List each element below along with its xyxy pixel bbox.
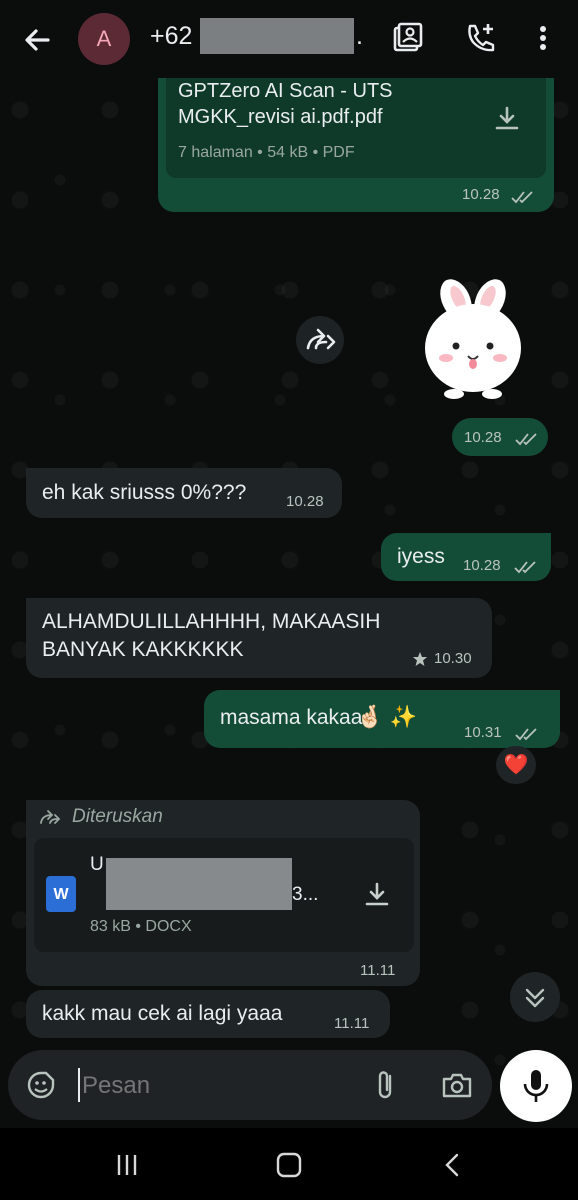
redacted-filename — [106, 858, 292, 910]
double-chevron-down-icon — [525, 988, 545, 1008]
recent-apps-icon[interactable] — [112, 1150, 142, 1180]
message-time: 10.28 — [463, 557, 501, 574]
contact-name[interactable]: +62 — [150, 22, 192, 51]
bunny-sticker[interactable] — [398, 270, 548, 400]
mic-icon — [523, 1070, 549, 1102]
message-text: iyess — [397, 545, 445, 568]
home-icon[interactable] — [274, 1150, 304, 1180]
download-icon[interactable] — [492, 104, 522, 134]
document-name-end: 3... — [292, 884, 319, 905]
document-meta: 7 halaman • 54 kB • PDF — [178, 144, 355, 161]
message-text: masama kakaa — [220, 706, 363, 729]
back-arrow-icon[interactable] — [18, 20, 58, 60]
add-call-icon[interactable] — [463, 20, 499, 56]
message-text-line2: BANYAK KAKKKKKK — [42, 638, 244, 661]
incoming-text-message[interactable]: ALHAMDULILLAHHHH, MAKAASIH BANYAK KAKKKK… — [26, 598, 492, 678]
document-title-line2: MGKK_revisi ai.pdf.pdf — [178, 106, 383, 128]
contact-card-icon[interactable] — [390, 20, 426, 56]
sticker-time-pill: 10.28 — [452, 418, 548, 456]
document-card[interactable]: W U 3... 83 kB • DOCX — [34, 838, 414, 952]
scroll-to-bottom-button[interactable] — [510, 972, 560, 1022]
back-nav-icon[interactable] — [438, 1150, 468, 1180]
voice-record-button[interactable] — [500, 1050, 572, 1122]
forward-icon — [306, 328, 336, 350]
reaction-badge[interactable]: ❤️ — [496, 746, 536, 784]
message-input[interactable] — [80, 1064, 354, 1108]
chat-header: A +62 . — [0, 0, 578, 78]
contact-avatar[interactable]: A — [78, 13, 130, 65]
document-title-line1: GPTZero AI Scan - UTS — [178, 80, 393, 102]
incoming-document-message[interactable]: Diteruskan W U 3... 83 kB • DOCX 11.11 — [26, 800, 420, 986]
read-ticks-icon — [515, 728, 537, 741]
outgoing-document-message[interactable]: GPTZero AI Scan - UTS MGKK_revisi ai.pdf… — [158, 60, 554, 212]
read-ticks-icon — [515, 433, 537, 446]
message-emoji: 🤞🏻 ✨ — [356, 704, 417, 729]
heart-reaction-icon: ❤️ — [503, 754, 529, 776]
outgoing-text-message[interactable]: masama kakaa 🤞🏻 ✨ 10.31 — [204, 690, 560, 748]
camera-icon[interactable] — [440, 1068, 474, 1102]
download-icon[interactable] — [362, 880, 392, 910]
message-time: 10.28 — [462, 186, 500, 203]
message-time: 10.28 — [464, 429, 502, 446]
message-text: kakk mau cek ai lagi yaaa — [42, 1002, 283, 1025]
attach-icon[interactable] — [370, 1068, 400, 1102]
document-meta: 83 kB • DOCX — [90, 918, 192, 935]
redacted-number — [200, 18, 354, 54]
system-nav-bar — [0, 1128, 578, 1200]
incoming-text-message[interactable]: kakk mau cek ai lagi yaaa 11.11 — [26, 990, 390, 1038]
word-file-icon: W — [46, 876, 76, 912]
outgoing-text-message[interactable]: iyess 10.28 — [381, 533, 551, 581]
message-time: 10.30 — [434, 650, 472, 667]
word-file-letter: W — [53, 886, 69, 903]
message-time: 11.11 — [360, 962, 396, 979]
message-composer — [8, 1050, 492, 1120]
incoming-text-message[interactable]: eh kak sriusss 0%??? 10.28 — [26, 468, 342, 518]
star-icon — [413, 652, 427, 666]
document-name-start: U — [90, 854, 104, 875]
message-time: 11.11 — [334, 1015, 370, 1032]
message-text-line1: ALHAMDULILLAHHHH, MAKAASIH — [42, 610, 381, 633]
read-ticks-icon — [511, 191, 533, 204]
forwarded-icon — [40, 810, 61, 824]
contact-name-suffix: . — [356, 22, 363, 50]
message-time: 10.31 — [464, 724, 502, 741]
read-ticks-icon — [514, 561, 536, 574]
more-vert-icon[interactable] — [528, 20, 558, 56]
forward-button[interactable] — [296, 316, 344, 364]
forwarded-label: Diteruskan — [72, 806, 163, 827]
message-text: eh kak sriusss 0%??? — [42, 481, 247, 504]
sticker-icon[interactable] — [24, 1068, 58, 1102]
message-time: 10.28 — [286, 493, 324, 510]
